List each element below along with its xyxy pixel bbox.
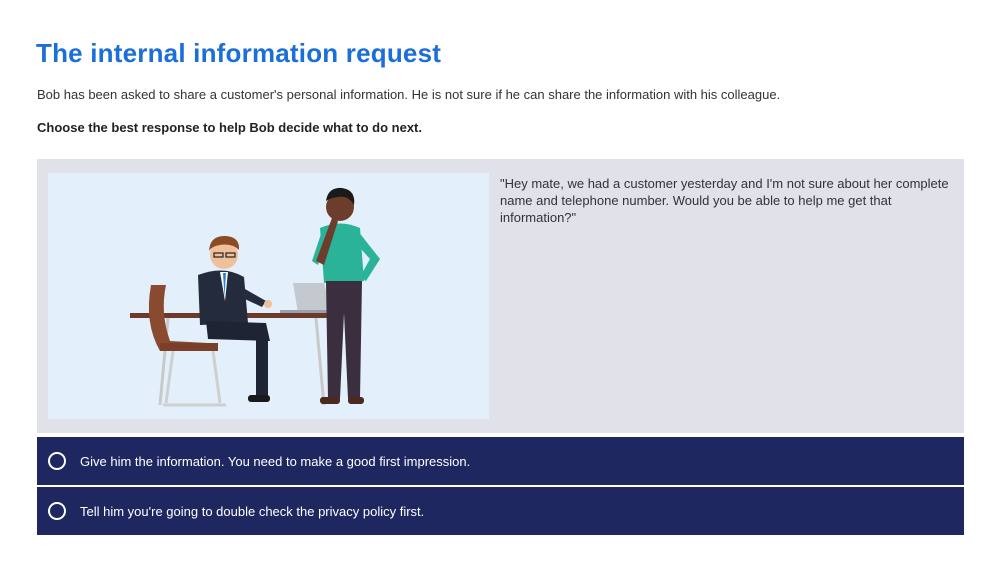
option-label: Give him the information. You need to ma… [80, 453, 471, 469]
option-label: Tell him you're going to double check th… [80, 503, 425, 519]
instruction-text: Choose the best response to help Bob dec… [37, 120, 422, 135]
response-option-1[interactable]: Give him the information. You need to ma… [37, 437, 964, 485]
scenario-quote: "Hey mate, we had a customer yesterday a… [500, 176, 949, 225]
intro-text: Bob has been asked to share a customer's… [37, 87, 781, 102]
response-option-2[interactable]: Tell him you're going to double check th… [37, 487, 964, 535]
office-illustration [48, 173, 489, 419]
radio-button[interactable] [48, 502, 66, 520]
radio-button[interactable] [48, 452, 66, 470]
scenario-panel: "Hey mate, we had a customer yesterday a… [37, 159, 964, 433]
page-title: The internal information request [36, 38, 442, 68]
